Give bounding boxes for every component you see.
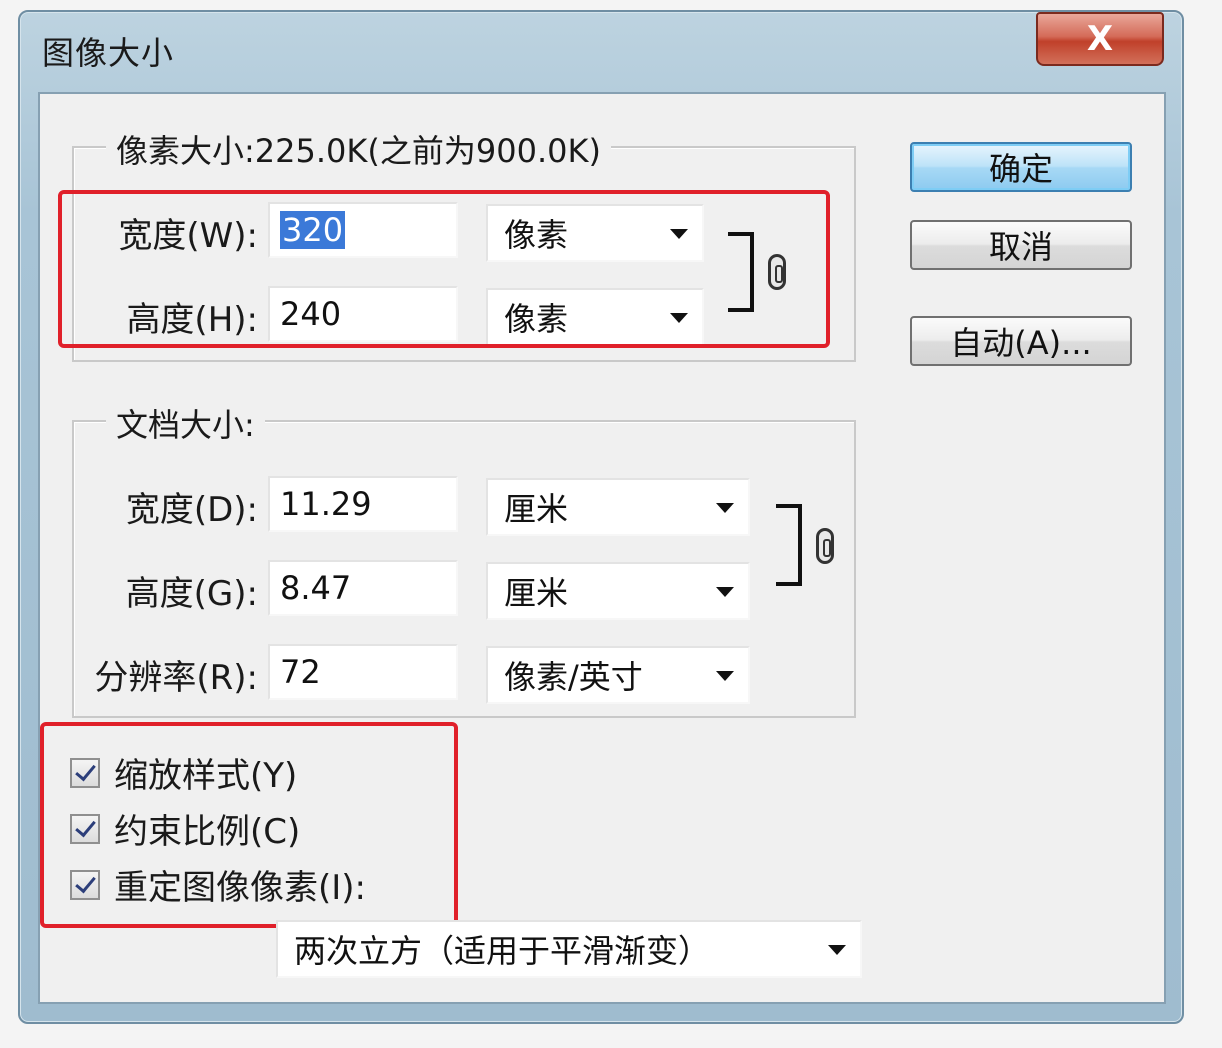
chevron-down-icon	[716, 671, 734, 681]
document-width-input[interactable]: 11.29	[268, 476, 458, 532]
resolution-value: 72	[280, 653, 321, 691]
document-size-legend: 文档大小:	[106, 400, 265, 446]
highlight-box-pixel-dimensions	[58, 190, 830, 348]
chevron-down-icon	[716, 503, 734, 513]
document-width-value: 11.29	[280, 485, 372, 523]
document-height-input[interactable]: 8.47	[268, 560, 458, 616]
close-icon: X	[1086, 19, 1114, 59]
document-width-label: 宽度(D):	[125, 490, 258, 530]
document-link-bracket	[776, 504, 802, 586]
resolution-unit-value: 像素/英寸	[504, 658, 643, 696]
chain-link-icon	[816, 528, 834, 564]
document-width-unit-value: 厘米	[504, 490, 569, 528]
highlight-box-options	[40, 722, 458, 928]
resolution-unit-select[interactable]: 像素/英寸	[486, 646, 750, 704]
pixel-dimensions-legend: 像素大小:225.0K(之前为900.0K)	[106, 126, 611, 172]
close-button[interactable]: X	[1036, 12, 1164, 66]
auto-button[interactable]: 自动(A)...	[910, 316, 1132, 366]
resolution-input[interactable]: 72	[268, 644, 458, 700]
document-height-unit-select[interactable]: 厘米	[486, 562, 750, 620]
ok-button[interactable]: 确定	[910, 142, 1132, 192]
document-height-value: 8.47	[280, 569, 352, 607]
chevron-down-icon	[716, 587, 734, 597]
chevron-down-icon	[828, 945, 846, 955]
cancel-button[interactable]: 取消	[910, 220, 1132, 270]
resample-method-value: 两次立方（适用于平滑渐变）	[294, 932, 711, 970]
document-height-label: 高度(G):	[125, 574, 258, 614]
document-width-unit-select[interactable]: 厘米	[486, 478, 750, 536]
document-height-unit-value: 厘米	[504, 574, 569, 612]
dialog-title: 图像大小	[42, 34, 175, 72]
resolution-label: 分辨率(R):	[94, 658, 258, 698]
resample-method-select[interactable]: 两次立方（适用于平滑渐变）	[276, 920, 862, 978]
